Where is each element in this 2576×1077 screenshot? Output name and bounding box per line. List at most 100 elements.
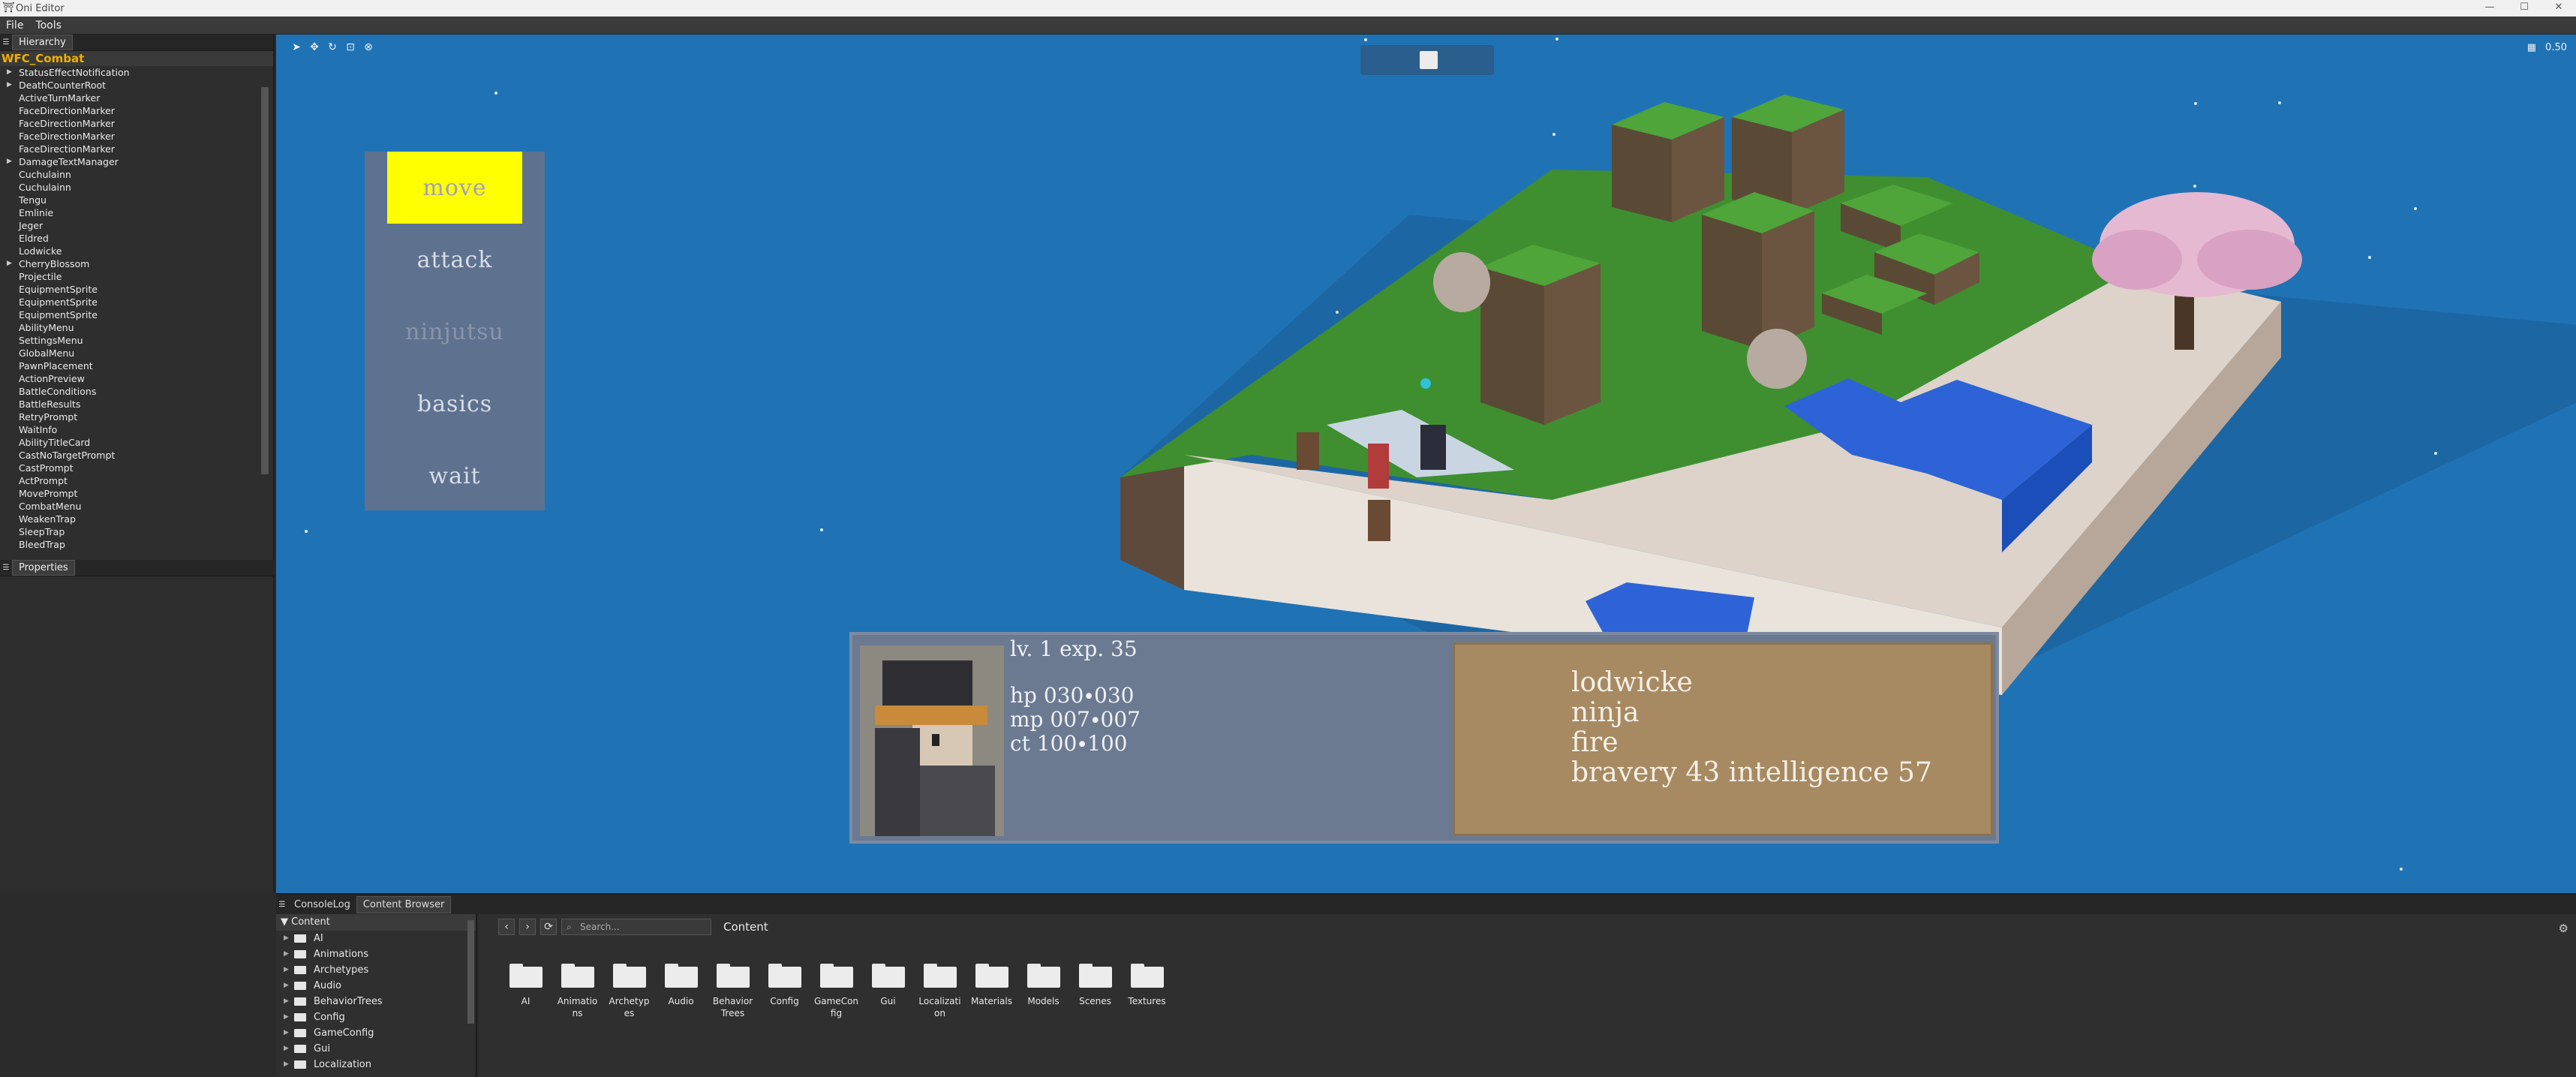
- hierarchy-item[interactable]: FaceDirectionMarker: [0, 104, 273, 117]
- forward-button[interactable]: ›: [519, 919, 536, 935]
- hierarchy-item[interactable]: SleepTrap: [0, 525, 273, 538]
- hierarchy-item[interactable]: RetryPrompt: [0, 411, 273, 423]
- content-tree-item[interactable]: ▶ Gui: [276, 1041, 476, 1057]
- move-tool-icon[interactable]: ✥: [308, 41, 321, 54]
- content-tree-item[interactable]: ▶ Localization: [276, 1057, 476, 1072]
- content-folder[interactable]: Animations: [552, 964, 603, 1019]
- content-folder[interactable]: Config: [759, 964, 810, 1019]
- panel-menu-icon[interactable]: ☰: [276, 901, 288, 909]
- scene-viewport[interactable]: ➤ ✥ ↻ ⊡ ⊗ ▦ 0.50 move attack ninjutsu ba…: [276, 35, 2576, 893]
- content-folder[interactable]: GameConfig: [810, 964, 862, 1019]
- expand-arrow-icon[interactable]: ▶: [284, 1041, 289, 1057]
- panel-menu-icon[interactable]: ☰: [0, 38, 12, 47]
- content-tree-item[interactable]: ▶ Archetypes: [276, 962, 476, 978]
- hierarchy-item[interactable]: EquipmentSprite: [0, 296, 273, 308]
- hierarchy-item[interactable]: Emlinie: [0, 206, 273, 219]
- zoom-value[interactable]: 0.50: [2545, 42, 2567, 53]
- hierarchy-item[interactable]: FaceDirectionMarker: [0, 143, 273, 155]
- hierarchy-item[interactable]: WaitInfo: [0, 423, 273, 436]
- content-folder[interactable]: Models: [1017, 964, 1069, 1019]
- menu-item-wait[interactable]: wait: [365, 440, 545, 512]
- expand-arrow-icon[interactable]: ▶: [7, 257, 12, 270]
- hierarchy-item[interactable]: CastNoTargetPrompt: [0, 449, 273, 462]
- stop-button[interactable]: [1420, 51, 1438, 69]
- pivot-tool-icon[interactable]: ⊗: [362, 41, 375, 54]
- hierarchy-item[interactable]: ▶ DeathCounterRoot: [0, 79, 273, 92]
- hierarchy-item[interactable]: AbilityMenu: [0, 321, 273, 334]
- content-folder[interactable]: Audio: [655, 964, 707, 1019]
- hierarchy-item[interactable]: ActPrompt: [0, 474, 273, 487]
- hierarchy-item[interactable]: BleedTrap: [0, 538, 273, 551]
- content-tree-root[interactable]: ▼ Content: [276, 914, 476, 931]
- hierarchy-item[interactable]: Lodwicke: [0, 245, 273, 257]
- hierarchy-item[interactable]: FaceDirectionMarker: [0, 130, 273, 143]
- grid-icon[interactable]: ▦: [2527, 42, 2536, 53]
- hierarchy-item[interactable]: Projectile: [0, 270, 273, 283]
- content-folder[interactable]: Behavior Trees: [707, 964, 759, 1019]
- expand-arrow-icon[interactable]: ▶: [7, 155, 12, 168]
- hierarchy-item[interactable]: Eldred: [0, 232, 273, 245]
- hierarchy-item[interactable]: WeakenTrap: [0, 513, 273, 525]
- panel-menu-icon[interactable]: ☰: [0, 564, 12, 572]
- content-folder[interactable]: Localization: [914, 964, 966, 1019]
- hierarchy-item[interactable]: MovePrompt: [0, 487, 273, 500]
- scene-root[interactable]: WFC_Combat: [0, 51, 273, 66]
- menu-tools[interactable]: Tools: [29, 20, 68, 32]
- select-tool-icon[interactable]: ➤: [290, 41, 303, 54]
- settings-gear-icon[interactable]: ⚙: [2559, 922, 2568, 935]
- hierarchy-item[interactable]: Cuchulainn: [0, 168, 273, 181]
- minimize-button[interactable]: —: [2472, 0, 2507, 17]
- search-input[interactable]: ⌕ Search...: [561, 919, 711, 935]
- hierarchy-item[interactable]: AbilityTitleCard: [0, 436, 273, 449]
- content-tree-item[interactable]: ▶ AI: [276, 931, 476, 946]
- tab-hierarchy[interactable]: Hierarchy: [12, 35, 73, 50]
- hierarchy-scrollbar[interactable]: [261, 87, 269, 474]
- content-tree-item[interactable]: ▶ GameConfig: [276, 1025, 476, 1041]
- expand-arrow-icon[interactable]: ▶: [284, 978, 289, 994]
- expand-arrow-icon[interactable]: ▶: [284, 1025, 289, 1041]
- menu-item-ninjutsu[interactable]: ninjutsu: [365, 296, 545, 368]
- hierarchy-item[interactable]: SettingsMenu: [0, 334, 273, 347]
- menu-file[interactable]: File: [0, 20, 29, 32]
- content-tree-item[interactable]: ▶ Audio: [276, 978, 476, 994]
- tab-content-browser[interactable]: Content Browser: [356, 895, 452, 913]
- expand-arrow-icon[interactable]: ▶: [7, 66, 12, 79]
- content-tree-item[interactable]: ▶ Config: [276, 1009, 476, 1025]
- content-tree-scrollbar[interactable]: [467, 920, 474, 1024]
- expand-arrow-icon[interactable]: ▶: [7, 79, 12, 92]
- expand-arrow-icon[interactable]: ▶: [284, 946, 289, 962]
- expand-arrow-icon[interactable]: ▶: [284, 1009, 289, 1025]
- hierarchy-item[interactable]: PawnPlacement: [0, 360, 273, 372]
- content-folder[interactable]: Textures: [1121, 964, 1173, 1019]
- rotate-tool-icon[interactable]: ↻: [326, 41, 339, 54]
- expand-arrow-icon[interactable]: ▶: [284, 962, 289, 978]
- back-button[interactable]: ‹: [498, 919, 515, 935]
- content-folder[interactable]: Gui: [862, 964, 914, 1019]
- content-folder[interactable]: Scenes: [1069, 964, 1121, 1019]
- menu-item-attack[interactable]: attack: [365, 224, 545, 296]
- hierarchy-item[interactable]: ActiveTurnMarker: [0, 92, 273, 104]
- content-tree-item[interactable]: ▶ Animations: [276, 946, 476, 962]
- content-folder[interactable]: Materials: [966, 964, 1017, 1019]
- close-button[interactable]: ✕: [2541, 0, 2576, 17]
- hierarchy-item[interactable]: GlobalMenu: [0, 347, 273, 360]
- hierarchy-item[interactable]: ▶ CherryBlossom: [0, 257, 273, 270]
- hierarchy-item[interactable]: EquipmentSprite: [0, 308, 273, 321]
- hierarchy-item[interactable]: Cuchulainn: [0, 181, 273, 194]
- hierarchy-item[interactable]: Jeger: [0, 219, 273, 232]
- hierarchy-item[interactable]: Tengu: [0, 194, 273, 206]
- hierarchy-item[interactable]: ActionPreview: [0, 372, 273, 385]
- tab-console-log[interactable]: ConsoleLog: [288, 897, 356, 913]
- content-folder[interactable]: Archetypes: [603, 964, 655, 1019]
- menu-item-basics[interactable]: basics: [365, 368, 545, 440]
- hierarchy-item[interactable]: CombatMenu: [0, 500, 273, 513]
- expand-arrow-icon[interactable]: ▶: [284, 931, 289, 946]
- tab-properties[interactable]: Properties: [12, 560, 75, 576]
- maximize-button[interactable]: ☐: [2507, 0, 2541, 17]
- expand-arrow-icon[interactable]: ▶: [284, 1057, 289, 1072]
- hierarchy-item[interactable]: FaceDirectionMarker: [0, 117, 273, 130]
- refresh-button[interactable]: ⟳: [540, 919, 557, 935]
- hierarchy-item[interactable]: ▶ DamageTextManager: [0, 155, 273, 168]
- hierarchy-item[interactable]: CastPrompt: [0, 462, 273, 474]
- hierarchy-item[interactable]: BattleResults: [0, 398, 273, 411]
